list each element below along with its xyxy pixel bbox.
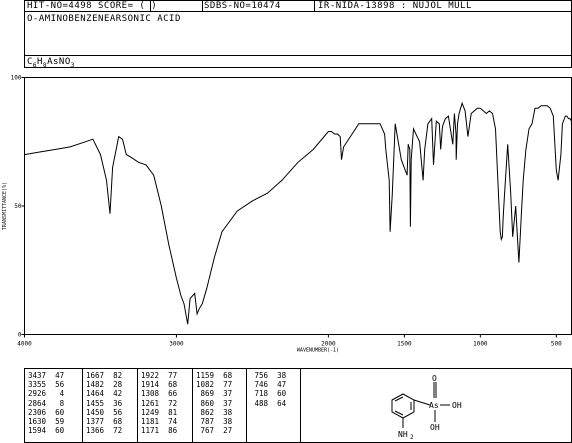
atom-as: As	[429, 401, 439, 410]
peak-wavenumber: 787	[196, 417, 215, 426]
y-tick-label: 100	[11, 75, 22, 82]
x-axis-label: WAVENUMBER(-1)	[297, 348, 339, 354]
peak-wavenumber: 756	[250, 371, 269, 380]
peak-transmittance: 72	[159, 398, 178, 408]
spectrum-line	[24, 101, 572, 325]
peak-wavenumber: 1914	[141, 380, 160, 390]
peak-transmittance: 68	[159, 380, 178, 390]
peak-wavenumber: 2306	[28, 407, 47, 417]
peak-transmittance: 60	[46, 407, 65, 417]
peak-transmittance: 82	[104, 371, 123, 380]
x-tick-label: 3000	[169, 341, 184, 348]
peak-wavenumber: 1922	[141, 371, 160, 380]
peak-wavenumber: 746	[250, 380, 269, 390]
peak-wavenumber: 1464	[86, 389, 105, 399]
ir-spectrum-chart: 4000 3000 2000 1500 1000 500 0 50 100 WAVENUMBER(…	[2, 75, 572, 354]
y-tick-label: 50	[14, 203, 22, 210]
peak-wavenumber: 1667	[86, 371, 105, 380]
atom-o: O	[432, 374, 437, 383]
peak-transmittance: 37	[214, 398, 233, 408]
peak-wavenumber: 767	[196, 426, 215, 436]
peak-transmittance: 28	[104, 380, 123, 390]
plot-frame	[24, 77, 572, 335]
chart-axes: 4000 3000 2000 1500 1000 500 0 50 100 WAVENUMBER(…	[2, 75, 572, 354]
peak-wavenumber: 1171	[141, 426, 160, 436]
as-bond	[413, 399, 431, 406]
peak-wavenumber: 2864	[28, 398, 47, 408]
peak-wavenumber: 1082	[196, 380, 215, 390]
peak-transmittance: 47	[268, 380, 287, 390]
peak-transmittance: 74	[159, 417, 178, 426]
x-tick-label: 1500	[397, 341, 412, 348]
peak-wavenumber: 1181	[141, 417, 160, 426]
peak-transmittance: 47	[46, 371, 65, 380]
peak-transmittance: 77	[159, 371, 178, 380]
peak-row: 1366 72	[86, 426, 123, 436]
atom-nh-subscript: 2	[410, 434, 414, 441]
peak-wavenumber: 1450	[86, 407, 105, 417]
peak-transmittance: 59	[46, 417, 65, 426]
peak-transmittance: 60	[46, 426, 65, 436]
peak-transmittance: 68	[104, 417, 123, 426]
benzene-ring	[391, 382, 450, 428]
peak-wavenumber: 860	[196, 398, 215, 408]
peak-transmittance: 68	[214, 371, 233, 380]
peak-transmittance: 77	[214, 380, 233, 390]
peak-wavenumber: 1377	[86, 417, 105, 426]
atom-nh: NH	[398, 430, 408, 439]
atom-oh-right: OH	[452, 401, 462, 410]
peak-wavenumber: 1482	[86, 380, 105, 390]
peak-wavenumber: 3437	[28, 371, 47, 380]
peak-transmittance: 8	[46, 398, 65, 408]
peak-row: 1594 60	[28, 426, 65, 436]
peak-transmittance: 27	[214, 426, 233, 436]
peak-transmittance: 60	[268, 389, 287, 399]
y-axis-label: TRANSMITTANCE(%)	[2, 182, 8, 230]
peak-wavenumber: 488	[250, 398, 269, 408]
peak-row: 488 64	[250, 398, 287, 409]
peak-transmittance: 81	[159, 407, 178, 417]
peak-wavenumber: 3355	[28, 380, 47, 390]
peak-wavenumber: 1630	[28, 417, 47, 426]
x-tick-label: 500	[551, 341, 562, 348]
peak-row: 767 27	[196, 426, 233, 436]
peak-wavenumber: 1159	[196, 371, 215, 380]
peak-transmittance: 72	[104, 426, 123, 436]
peak-wavenumber: 718	[250, 389, 269, 399]
peak-wavenumber: 2926	[28, 389, 47, 399]
peak-wavenumber: 1366	[86, 426, 105, 436]
peak-transmittance: 42	[104, 389, 123, 399]
x-tick-label: 2000	[321, 341, 336, 348]
peak-transmittance: 38	[214, 417, 233, 426]
x-tick-label: 1000	[473, 341, 488, 348]
x-tick-label: 4000	[17, 341, 32, 348]
peak-transmittance: 38	[268, 371, 287, 380]
peak-transmittance: 64	[268, 398, 287, 408]
peak-wavenumber: 862	[196, 407, 215, 417]
peak-transmittance: 56	[104, 407, 123, 417]
peak-wavenumber: 1249	[141, 407, 160, 417]
peak-wavenumber: 1594	[28, 426, 47, 436]
chemical-structure: O As OH OH NH 2	[391, 374, 462, 441]
peak-row: 1171 86	[141, 426, 178, 436]
peak-transmittance: 4	[46, 389, 65, 399]
y-tick-label: 0	[18, 332, 22, 339]
peak-transmittance: 56	[46, 380, 65, 390]
peak-transmittance: 66	[159, 389, 178, 399]
peak-wavenumber: 1455	[86, 398, 105, 408]
peak-transmittance: 37	[214, 389, 233, 399]
peak-transmittance: 38	[214, 407, 233, 417]
peak-wavenumber: 1308	[141, 389, 160, 399]
peak-wavenumber: 869	[196, 389, 215, 399]
peak-wavenumber: 1261	[141, 398, 160, 408]
atom-oh-bottom: OH	[430, 423, 440, 432]
peak-transmittance: 36	[104, 398, 123, 408]
peak-transmittance: 86	[159, 426, 178, 436]
